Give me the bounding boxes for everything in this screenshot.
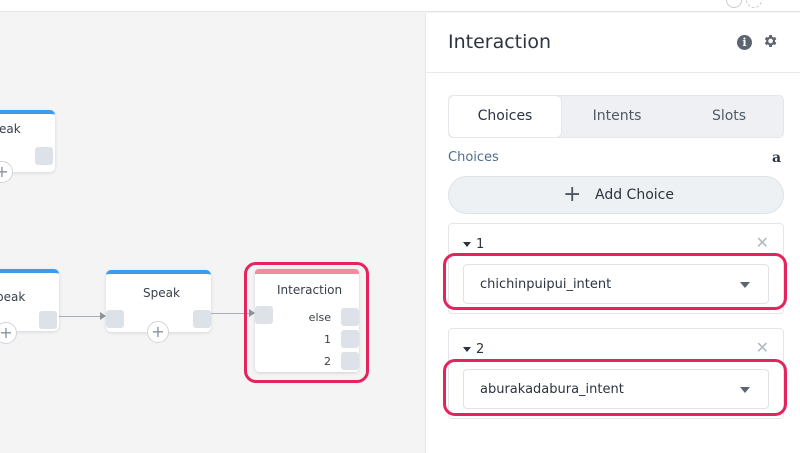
choice-number: 1 [476,237,485,252]
block-title: eak [0,122,21,136]
close-icon[interactable]: ✕ [756,338,769,357]
block-title: peak [0,290,26,304]
panel-header: Interaction i [426,13,800,73]
add-step-button[interactable]: + [0,322,17,344]
avatar[interactable] [726,0,742,8]
output-port[interactable] [35,147,53,165]
choice-toggle[interactable]: 2 [463,342,484,357]
plus-icon: + [563,182,582,207]
amazon-icon: a [772,150,782,166]
section-label: Choices [448,150,499,165]
panel-title: Interaction [448,31,552,53]
tab-bar: Choices Intents Slots [448,95,784,138]
tab-intents[interactable]: Intents [561,96,673,137]
editor-panel: Interaction i Choices Intents Slots Choi… [425,13,800,453]
highlight-annotation [443,253,787,310]
caret-down-icon [463,242,471,247]
caret-down-icon [463,347,471,352]
output-port[interactable] [193,310,211,328]
info-icon[interactable]: i [737,35,752,50]
highlight-annotation [244,262,369,383]
add-step-button[interactable]: + [147,321,169,343]
add-choice-label: Add Choice [595,187,674,203]
output-port[interactable] [39,311,57,329]
add-choice-button[interactable]: + Add Choice [448,176,784,214]
choice-number: 2 [476,342,485,357]
input-port[interactable] [106,310,124,328]
gear-icon[interactable] [762,33,778,49]
highlight-annotation [443,359,787,416]
tab-slots[interactable]: Slots [673,96,785,137]
block-title: Speak [143,286,180,300]
connector-line [59,316,103,317]
close-icon[interactable]: ✕ [756,233,769,252]
flow-canvas[interactable]: eak + peak + Speak + Interaction else 1 … [0,13,425,453]
top-bar [0,0,800,12]
tab-choices[interactable]: Choices [449,96,561,137]
choice-toggle[interactable]: 1 [463,237,484,252]
avatar-add[interactable] [746,0,762,8]
